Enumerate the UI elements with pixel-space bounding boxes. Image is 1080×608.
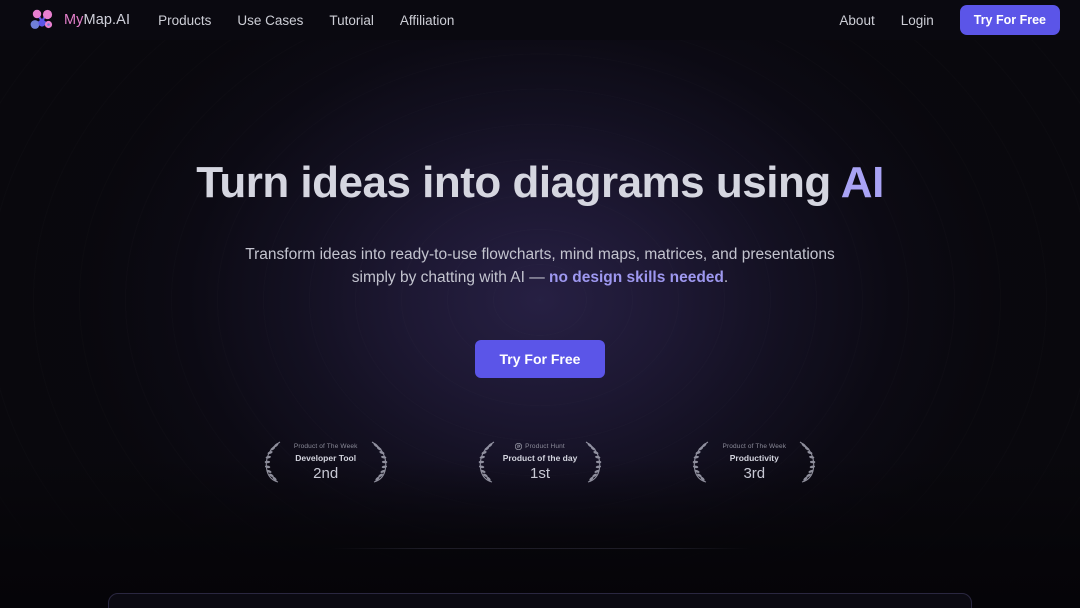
- award-badge-text: Product of The Week Productivity 3rd: [715, 443, 793, 482]
- primary-nav-links: Products Use Cases Tutorial Affiliation: [158, 13, 454, 28]
- bottom-preview-panel[interactable]: [108, 593, 972, 608]
- brand-name: MyMap.AI: [64, 12, 130, 28]
- award-badge-rank: 2nd: [313, 464, 339, 482]
- award-badge-rank: 3rd: [743, 464, 766, 482]
- laurel-wreath-right-icon: [371, 441, 387, 483]
- nav-link-products[interactable]: Products: [158, 13, 211, 28]
- nav-link-login[interactable]: Login: [901, 13, 934, 28]
- award-badge-productivity: Product of The Week Productivity 3rd: [689, 440, 819, 484]
- secondary-nav-links: About Login Try For Free: [839, 5, 1060, 35]
- subhead-emphasis: no design skills needed: [549, 269, 724, 287]
- award-badge-title: Developer Tool: [295, 452, 357, 463]
- subhead-line-2-prefix: simply by chatting with AI —: [351, 269, 550, 287]
- award-badge-rank: 1st: [529, 464, 550, 482]
- navbar-try-for-free-button[interactable]: Try For Free: [959, 5, 1060, 35]
- laurel-wreath-left-icon: [693, 441, 709, 483]
- hero-cta-wrapper: Try For Free: [0, 340, 1080, 379]
- award-badges-row: Product of The Week Developer Tool 2nd P…: [0, 440, 1080, 484]
- nav-link-about[interactable]: About: [839, 13, 874, 28]
- headline-accent-text: AI: [840, 158, 885, 207]
- nav-link-tutorial[interactable]: Tutorial: [329, 13, 374, 28]
- award-badge-subtitle: Product of The Week: [289, 443, 363, 450]
- mymap-node-cluster-logo-icon: [30, 9, 53, 29]
- hero-subheadline: Transform ideas into ready-to-use flowch…: [0, 244, 1080, 290]
- award-badge-developer-tool: Product of The Week Developer Tool 2nd: [261, 440, 391, 484]
- award-badge-text: Product Hunt Product of the day 1st: [501, 442, 580, 482]
- nav-link-affiliation[interactable]: Affiliation: [400, 13, 455, 28]
- page-title: Turn ideas into diagrams using AI: [0, 158, 1080, 207]
- page-root: MyMap.AI Products Use Cases Tutorial Aff…: [0, 0, 1080, 608]
- award-badge-title: Product of the day: [502, 452, 578, 463]
- award-badge-subtitle-text: Product of The Week: [293, 442, 358, 450]
- award-badge-subtitle-text: Product Hunt: [525, 442, 565, 450]
- award-badge-subtitle-text: Product of The Week: [722, 442, 787, 450]
- headline-main-text: Turn ideas into diagrams using: [196, 158, 841, 207]
- subhead-line-2-suffix: .: [723, 269, 729, 287]
- laurel-wreath-left-icon: [478, 441, 494, 483]
- brand-name-prefix: My: [64, 12, 84, 28]
- laurel-wreath-right-icon: [586, 441, 602, 483]
- hero-divider-line: [331, 548, 751, 549]
- award-badge-subtitle: Product of The Week: [717, 443, 791, 450]
- top-navigation-bar: MyMap.AI Products Use Cases Tutorial Aff…: [0, 0, 1080, 40]
- laurel-wreath-left-icon: [264, 441, 280, 483]
- nav-link-use-cases[interactable]: Use Cases: [237, 13, 303, 28]
- laurel-wreath-right-icon: [800, 441, 816, 483]
- brand-logo-link[interactable]: MyMap.AI: [28, 9, 130, 31]
- award-badge-text: Product of The Week Developer Tool 2nd: [287, 443, 365, 482]
- product-hunt-icon: [515, 442, 523, 450]
- award-badge-subtitle: Product Hunt: [503, 442, 578, 450]
- award-badge-title: Productivity: [729, 452, 779, 463]
- award-badge-product-of-the-day: Product Hunt Product of the day 1st: [475, 440, 606, 484]
- hero-try-for-free-button[interactable]: Try For Free: [474, 340, 606, 379]
- hero-section: Turn ideas into diagrams using AI Transf…: [0, 0, 1080, 484]
- brand-name-suffix: Map.AI: [83, 12, 131, 28]
- subhead-line-1: Transform ideas into ready-to-use flowch…: [245, 246, 835, 264]
